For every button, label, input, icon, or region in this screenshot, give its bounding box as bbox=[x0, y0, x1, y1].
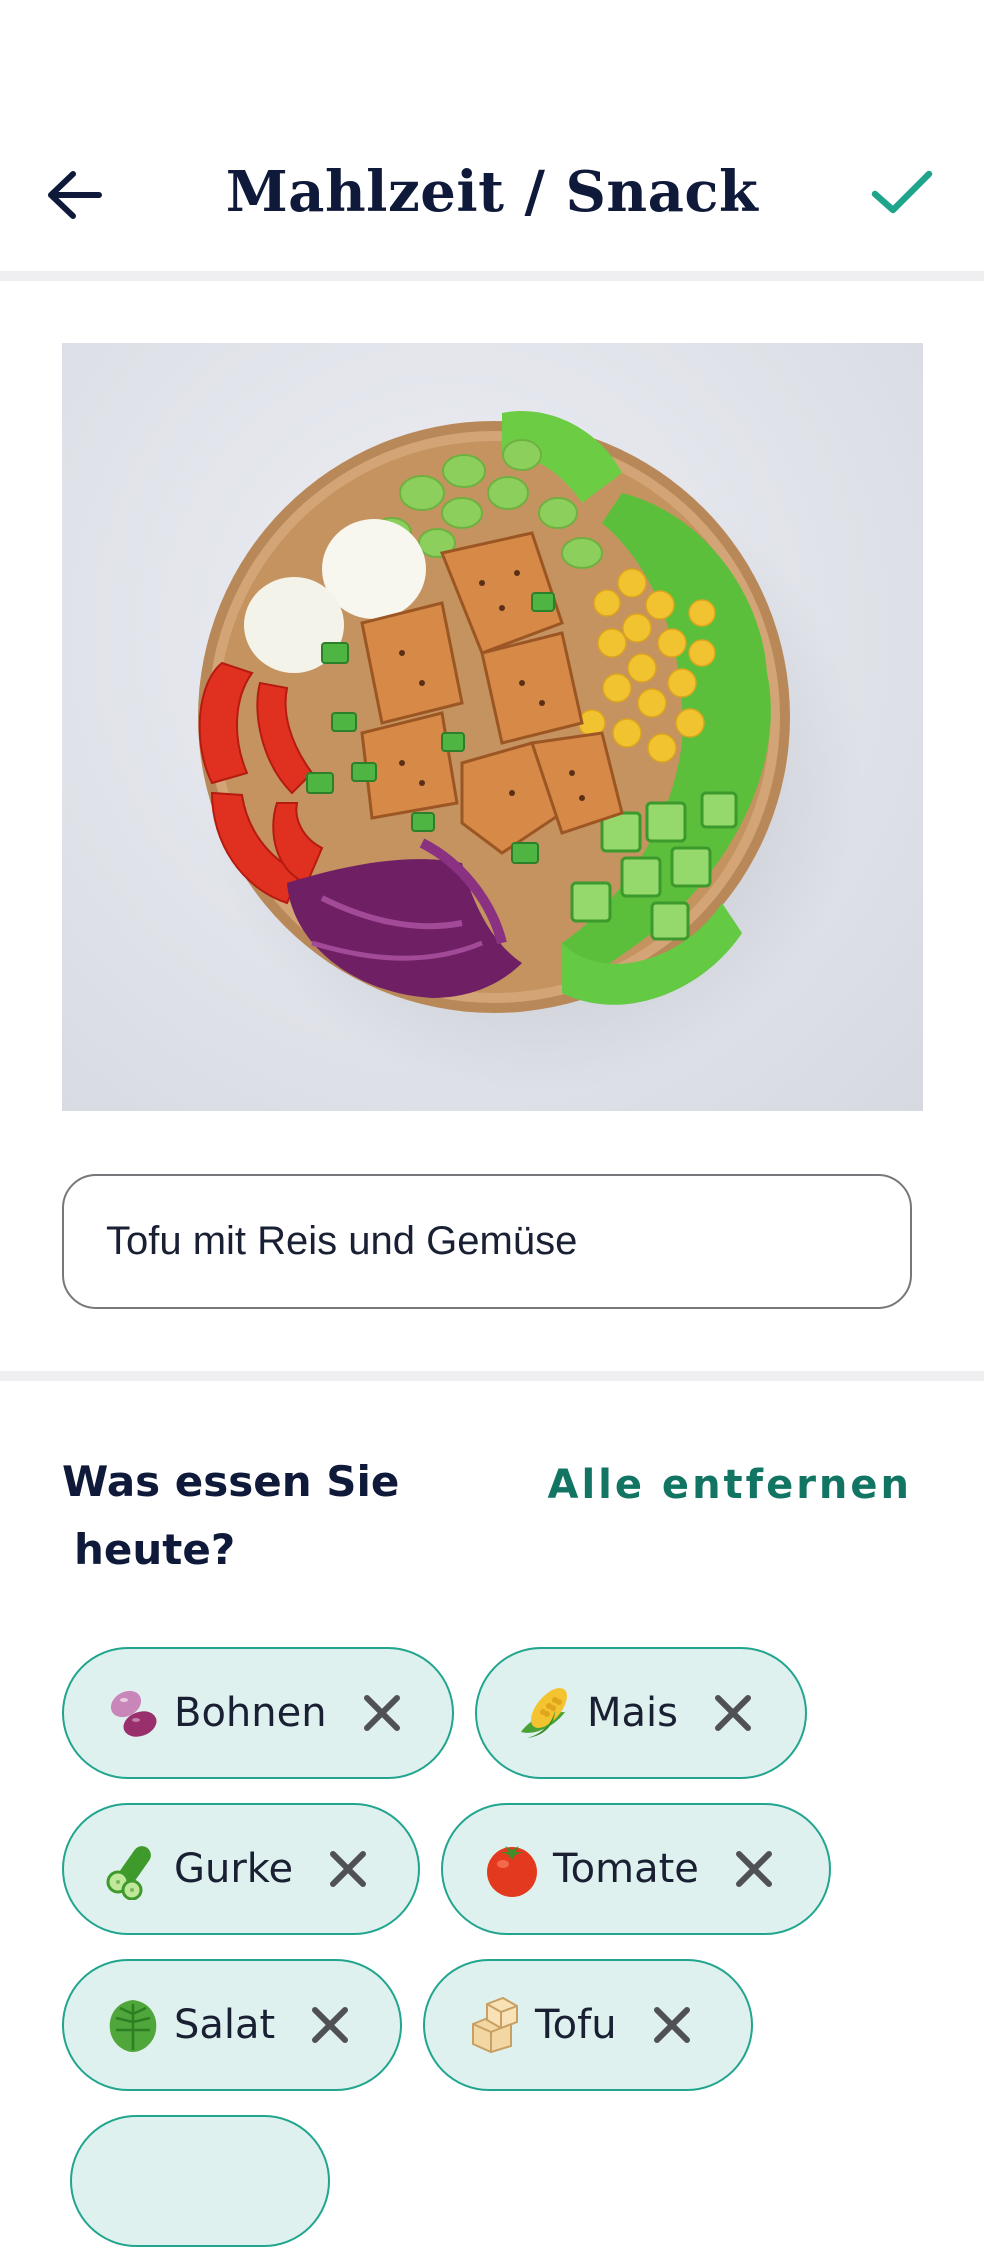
back-button[interactable] bbox=[40, 160, 110, 230]
header-divider bbox=[0, 271, 984, 281]
ingredient-chip-salat[interactable]: Salat bbox=[62, 1959, 402, 2091]
ingredient-chip-mais[interactable]: Mais bbox=[475, 1647, 807, 1779]
food-bowl-illustration bbox=[198, 411, 862, 1093]
app-header: Mahlzeit / Snack bbox=[0, 0, 984, 268]
chip-label: Salat bbox=[174, 2002, 276, 2048]
meal-name-input[interactable] bbox=[62, 1174, 912, 1309]
remove-chip-icon[interactable] bbox=[651, 2004, 693, 2046]
section-title-line1: Was essen Sie bbox=[62, 1457, 400, 1506]
beans-icon bbox=[102, 1682, 164, 1744]
chip-label: Mais bbox=[587, 1690, 678, 1736]
ingredient-chip-gurke[interactable]: Gurke bbox=[62, 1803, 420, 1935]
tofu-icon bbox=[463, 1994, 525, 2056]
checkmark-icon bbox=[871, 170, 933, 214]
remove-all-link[interactable]: Alle entfernen bbox=[548, 1462, 913, 1508]
page-title: Mahlzeit / Snack bbox=[225, 159, 759, 225]
remove-chip-icon[interactable] bbox=[712, 1692, 754, 1734]
remove-chip-icon[interactable] bbox=[327, 1848, 369, 1890]
ingredient-chip-bohnen[interactable]: Bohnen bbox=[62, 1647, 454, 1779]
remove-chip-icon[interactable] bbox=[309, 2004, 351, 2046]
remove-chip-icon[interactable] bbox=[361, 1692, 403, 1734]
ingredient-chip-partial[interactable] bbox=[70, 2115, 330, 2247]
cucumber-icon bbox=[102, 1838, 164, 1900]
meal-photo[interactable] bbox=[62, 343, 923, 1111]
chip-label: Tofu bbox=[535, 2002, 617, 2048]
lettuce-icon bbox=[102, 1994, 164, 2056]
ingredients-section-title: Was essen Sie heute? bbox=[62, 1448, 482, 1584]
section-divider bbox=[0, 1371, 984, 1381]
chip-label: Tomate bbox=[553, 1846, 699, 1892]
confirm-button[interactable] bbox=[862, 158, 942, 228]
chip-label: Gurke bbox=[174, 1846, 294, 1892]
arrow-left-icon bbox=[48, 171, 102, 219]
section-title-line2: heute? bbox=[74, 1525, 236, 1574]
corn-icon bbox=[515, 1682, 577, 1744]
ingredient-chip-tomate[interactable]: Tomate bbox=[441, 1803, 831, 1935]
chip-label: Bohnen bbox=[174, 1690, 327, 1736]
remove-chip-icon[interactable] bbox=[733, 1848, 775, 1890]
ingredient-chip-tofu[interactable]: Tofu bbox=[423, 1959, 753, 2091]
tomato-icon bbox=[481, 1838, 543, 1900]
